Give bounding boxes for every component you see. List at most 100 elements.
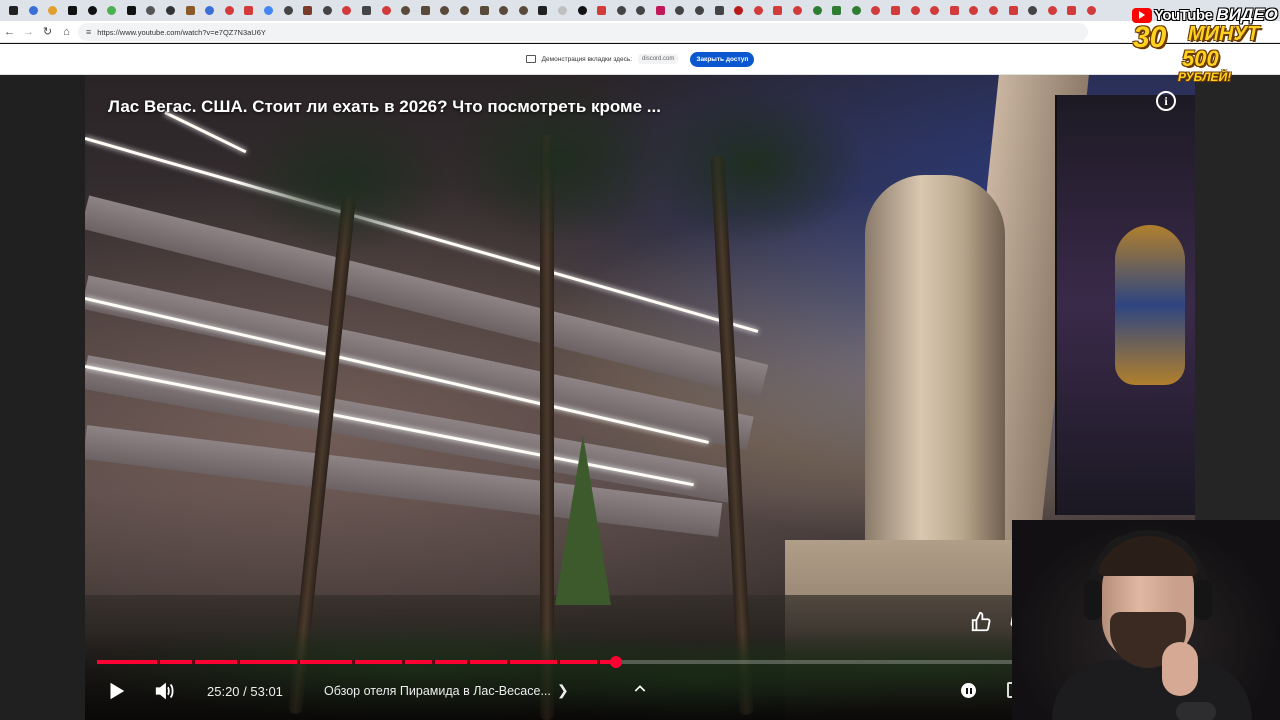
- app-icon: [401, 6, 411, 15]
- browser-tab[interactable]: [415, 0, 435, 21]
- browser-tab[interactable]: [592, 0, 612, 21]
- app-icon: [1067, 6, 1077, 15]
- browser-tab[interactable]: [4, 0, 24, 21]
- browser-tab[interactable]: [533, 0, 553, 21]
- browser-tab[interactable]: [670, 0, 690, 21]
- play-icon[interactable]: [105, 680, 127, 702]
- tab-sharing-bar: Демонстрация вкладки здесь: discord.com …: [0, 44, 1280, 75]
- browser-tab[interactable]: [905, 0, 925, 21]
- browser-tab[interactable]: [513, 0, 533, 21]
- scene-palm-fronds: [645, 85, 865, 245]
- chapter-title[interactable]: Обзор отеля Пирамида в Лас-Весасе...: [324, 684, 551, 698]
- app-icon: [812, 6, 822, 15]
- browser-tab[interactable]: [866, 0, 886, 21]
- browser-tab[interactable]: [788, 0, 808, 21]
- browser-tab[interactable]: [847, 0, 867, 21]
- back-icon[interactable]: ←: [0, 21, 19, 43]
- browser-tab[interactable]: [827, 0, 847, 21]
- scene-palm-fronds: [235, 105, 455, 255]
- browser-tab[interactable]: [886, 0, 906, 21]
- scrubber-handle[interactable]: [609, 656, 622, 668]
- browser-tab[interactable]: [729, 0, 749, 21]
- app-icon: [949, 6, 959, 15]
- scene-statue: [865, 175, 1005, 555]
- browser-tab[interactable]: [749, 0, 769, 21]
- browser-tab[interactable]: [396, 0, 416, 21]
- chevron-up-icon[interactable]: [632, 681, 648, 697]
- app-icon: [459, 6, 469, 15]
- browser-tab[interactable]: [1003, 0, 1023, 21]
- autoplay-toggle[interactable]: [961, 683, 976, 698]
- browser-tab[interactable]: [298, 0, 318, 21]
- browser-tab[interactable]: [553, 0, 573, 21]
- app-icon: [734, 6, 744, 15]
- volume-icon[interactable]: [153, 680, 177, 702]
- info-icon[interactable]: i: [1156, 91, 1176, 111]
- browser-tab[interactable]: [220, 0, 240, 21]
- browser-tab[interactable]: [278, 0, 298, 21]
- address-bar[interactable]: ≡ https://www.youtube.com/watch?v=e7QZ7N…: [78, 23, 1088, 41]
- app-icon: [1047, 6, 1057, 15]
- browser-tab[interactable]: [161, 0, 181, 21]
- browser-tab[interactable]: [925, 0, 945, 21]
- tab-strip: [0, 0, 1280, 21]
- browser-tab[interactable]: [474, 0, 494, 21]
- app-icon: [48, 6, 58, 15]
- chapter-marker: [597, 660, 600, 664]
- browser-tab[interactable]: [239, 0, 259, 21]
- browser-tab[interactable]: [200, 0, 220, 21]
- page-margin-left: [0, 75, 85, 720]
- browser-tab[interactable]: [82, 0, 102, 21]
- app-icon: [322, 6, 332, 15]
- app-icon: [499, 6, 509, 15]
- browser-tab[interactable]: [141, 0, 161, 21]
- browser-tab[interactable]: [357, 0, 377, 21]
- browser-tab[interactable]: [455, 0, 475, 21]
- browser-tab[interactable]: [376, 0, 396, 21]
- browser-tab[interactable]: [180, 0, 200, 21]
- browser-tab[interactable]: [1082, 0, 1102, 21]
- browser-tab[interactable]: [318, 0, 338, 21]
- browser-tab[interactable]: [768, 0, 788, 21]
- stop-sharing-button[interactable]: Закрыть доступ: [690, 51, 755, 67]
- site-settings-icon[interactable]: ≡: [86, 27, 91, 37]
- browser-tab[interactable]: [102, 0, 122, 21]
- browser-tab[interactable]: [807, 0, 827, 21]
- app-icon: [244, 6, 254, 15]
- browser-tab[interactable]: [1042, 0, 1062, 21]
- browser-tab[interactable]: [1062, 0, 1082, 21]
- video-title[interactable]: Лас Вегас. США. Стоит ли ехать в 2026? Ч…: [108, 97, 661, 117]
- browser-tab[interactable]: [690, 0, 710, 21]
- promo-price: 500: [1182, 46, 1219, 71]
- app-icon: [773, 6, 783, 15]
- webcam-earcup: [1084, 580, 1102, 620]
- browser-tab[interactable]: [435, 0, 455, 21]
- browser-tab[interactable]: [964, 0, 984, 21]
- browser-tab[interactable]: [651, 0, 671, 21]
- browser-tab[interactable]: [984, 0, 1004, 21]
- browser-tab[interactable]: [24, 0, 44, 21]
- browser-tab[interactable]: [631, 0, 651, 21]
- browser-tab[interactable]: [611, 0, 631, 21]
- chevron-right-icon[interactable]: ❯: [557, 682, 569, 699]
- browser-tab[interactable]: [43, 0, 63, 21]
- browser-tab[interactable]: [1023, 0, 1043, 21]
- browser-tab[interactable]: [63, 0, 83, 21]
- browser-tab[interactable]: [494, 0, 514, 21]
- browser-tab[interactable]: [122, 0, 142, 21]
- forward-icon[interactable]: →: [19, 21, 38, 43]
- browser-tab[interactable]: [572, 0, 592, 21]
- webcam-body: [1052, 660, 1252, 720]
- browser-tab[interactable]: [259, 0, 279, 21]
- app-icon: [342, 6, 352, 15]
- app-icon: [185, 6, 195, 15]
- promo-label: ВИДЕО: [1216, 5, 1278, 24]
- home-icon[interactable]: ⌂: [57, 21, 76, 43]
- browser-tab[interactable]: [337, 0, 357, 21]
- browser-tab[interactable]: [709, 0, 729, 21]
- screen-share-icon: [525, 55, 536, 63]
- reload-icon[interactable]: ↻: [38, 21, 57, 43]
- browser-tab[interactable]: [945, 0, 965, 21]
- app-icon: [871, 6, 881, 15]
- docs-icon: [205, 6, 215, 15]
